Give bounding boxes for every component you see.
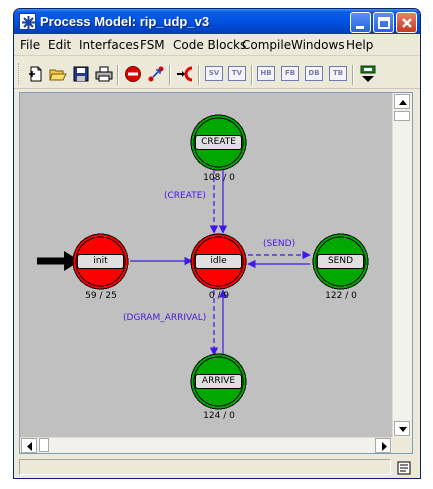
horizontal-scrollbar[interactable] [20, 437, 392, 453]
vertical-scroll-thumb[interactable] [394, 111, 410, 121]
state-send-stat: 122 / 0 [325, 291, 357, 301]
state-idle-label[interactable]: idle [195, 254, 242, 269]
status-notes-icon[interactable] [396, 460, 412, 476]
status-message-pane [19, 459, 391, 475]
create-initial-state-icon[interactable] [176, 65, 194, 83]
save-disk-icon[interactable] [72, 65, 90, 83]
transition-label-arrive[interactable]: (DGRAM_ARRIVAL) [123, 313, 206, 323]
menu-help[interactable]: Help [346, 38, 373, 52]
transition-label-create[interactable]: (CREATE) [164, 191, 206, 201]
state-init-stat: 59 / 25 [85, 291, 117, 301]
minimize-button[interactable] [350, 12, 371, 33]
state-send[interactable]: SEND [312, 233, 369, 290]
close-button[interactable] [396, 12, 417, 33]
transition-icon[interactable] [147, 65, 165, 83]
toolbar-separator [117, 65, 119, 85]
status-bar [14, 457, 420, 478]
horizontal-scroll-thumb[interactable] [39, 438, 49, 452]
scroll-left-button[interactable] [21, 438, 37, 453]
scroll-down-arrow-icon [399, 427, 407, 432]
scroll-left-arrow-icon [27, 442, 32, 451]
scroll-down-button[interactable] [394, 421, 410, 436]
compile-down-arrow-icon[interactable] [359, 65, 377, 83]
sv-button[interactable]: SV [205, 66, 223, 81]
hb-button[interactable]: HB [257, 66, 275, 81]
state-send-label[interactable]: SEND [317, 254, 364, 269]
transition-label-send[interactable]: (SEND) [263, 239, 295, 249]
db-button[interactable]: DB [305, 66, 323, 81]
print-icon[interactable] [95, 65, 113, 83]
toolbar-separator [352, 65, 354, 85]
state-arrive[interactable]: ARRIVE [190, 353, 247, 410]
menu-fsm[interactable]: FSM [140, 38, 165, 52]
toolbar: SV TV HB FB DB TB [14, 57, 420, 89]
fb-button[interactable]: FB [281, 66, 299, 81]
app-icon[interactable] [19, 13, 36, 30]
title-bar[interactable]: Process Model: rip_udp_v3 [14, 9, 420, 34]
scroll-corner [392, 437, 412, 453]
state-idle-stat: 0 / 9 [208, 291, 230, 301]
scroll-up-button[interactable] [394, 94, 410, 109]
toolbar-separator [198, 65, 200, 85]
maximize-button[interactable] [373, 12, 394, 33]
state-init[interactable]: init [72, 233, 129, 290]
toolbar-grip[interactable] [18, 63, 21, 85]
menu-windows[interactable]: Windows [291, 38, 345, 52]
toolbar-separator [169, 65, 171, 85]
state-create-stat: 108 / 0 [203, 173, 235, 183]
fsm-canvas[interactable]: (CREATE) (SEND) (DGRAM_ARRIVAL) CREATE 1… [20, 93, 392, 438]
fsm-editor-area: (CREATE) (SEND) (DGRAM_ARRIVAL) CREATE 1… [19, 92, 413, 454]
scroll-right-arrow-icon [382, 442, 387, 451]
state-create[interactable]: CREATE [190, 114, 247, 171]
state-idle[interactable]: idle [190, 233, 247, 290]
scroll-up-arrow-icon [399, 100, 407, 105]
state-create-label[interactable]: CREATE [195, 135, 242, 150]
menu-code-blocks[interactable]: Code Blocks [173, 38, 246, 52]
vertical-scrollbar[interactable] [392, 93, 412, 438]
menu-bar: File Edit Interfaces FSM Code Blocks Com… [14, 34, 420, 56]
scroll-right-button[interactable] [375, 438, 391, 453]
tv-button[interactable]: TV [228, 66, 246, 81]
tb-button[interactable]: TB [329, 66, 347, 81]
toolbar-separator [251, 65, 253, 85]
menu-compile[interactable]: Compile [242, 38, 291, 52]
process-model-window: Process Model: rip_udp_v3 File Edit Inte… [13, 8, 421, 479]
stop-icon[interactable] [124, 65, 142, 83]
state-arrive-label[interactable]: ARRIVE [195, 374, 242, 389]
menu-edit[interactable]: Edit [48, 38, 71, 52]
new-file-icon[interactable] [27, 65, 45, 83]
menu-interfaces[interactable]: Interfaces [79, 38, 139, 52]
state-init-label[interactable]: init [77, 254, 124, 269]
open-folder-icon[interactable] [49, 65, 67, 83]
state-arrive-stat: 124 / 0 [203, 411, 235, 421]
window-title: Process Model: rip_udp_v3 [40, 14, 210, 29]
menu-file[interactable]: File [20, 38, 40, 52]
